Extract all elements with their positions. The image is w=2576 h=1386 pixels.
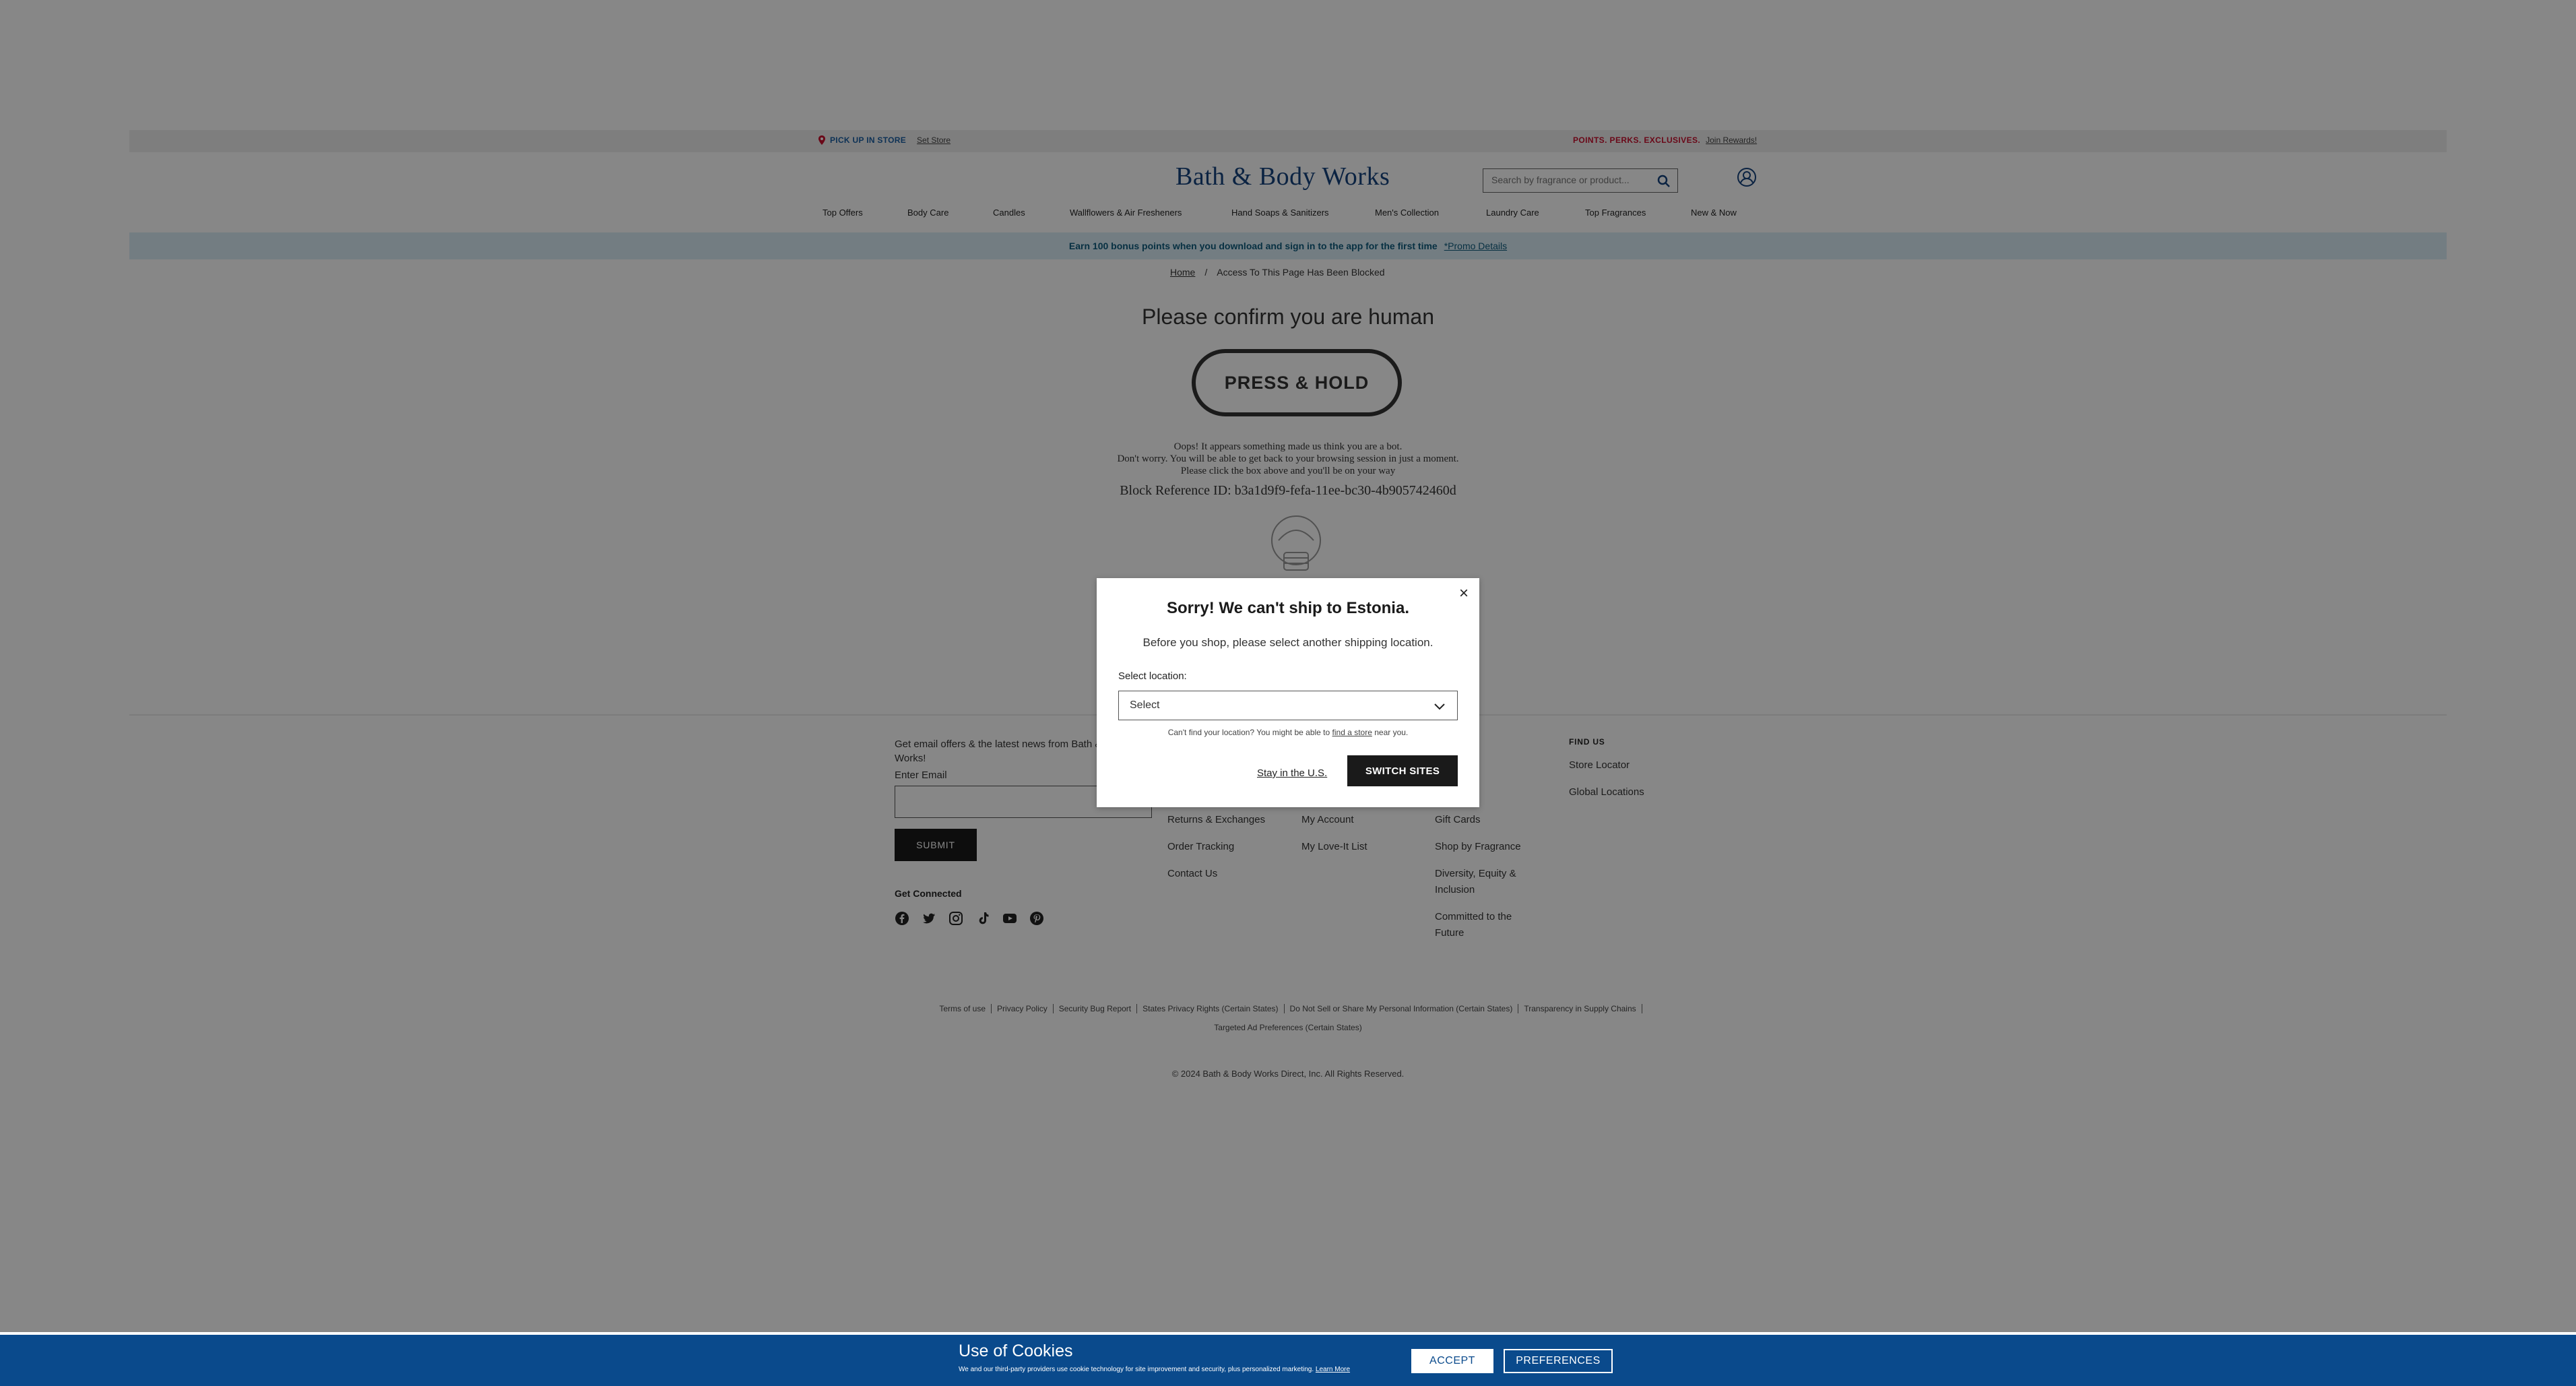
help-prefix: Can't find your location? You might be a… [1167, 728, 1332, 737]
find-a-store-link[interactable]: find a store [1332, 728, 1372, 737]
cookie-title: Use of Cookies [959, 1342, 1073, 1360]
cookie-text: We and our third-party providers use coo… [959, 1366, 1350, 1373]
modal-subtitle: Before you shop, please select another s… [1142, 636, 1434, 649]
learn-more-link[interactable]: Learn More [1316, 1366, 1350, 1373]
accept-cookies-button[interactable]: ACCEPT [1411, 1349, 1493, 1373]
stay-in-us-link[interactable]: Stay in the U.S. [1257, 767, 1327, 779]
modal-help-text: Can't find your location? You might be a… [1097, 728, 1479, 737]
chevron-down-icon [1434, 703, 1445, 710]
select-location-label: Select location: [1118, 670, 1187, 682]
cookie-preferences-button[interactable]: PREFERENCES [1504, 1349, 1613, 1373]
location-select[interactable]: Select [1118, 691, 1458, 720]
shipping-location-modal: × Sorry! We can't ship to Estonia. Befor… [1097, 578, 1479, 807]
modal-title: Sorry! We can't ship to Estonia. [1167, 599, 1409, 617]
help-suffix: near you. [1372, 728, 1409, 737]
cookie-banner: Use of Cookies We and our third-party pr… [0, 1332, 2576, 1386]
cookie-description: We and our third-party providers use coo… [959, 1366, 1314, 1373]
switch-sites-button[interactable]: SWITCH SITES [1347, 755, 1458, 786]
location-select-value: Select [1130, 699, 1160, 711]
